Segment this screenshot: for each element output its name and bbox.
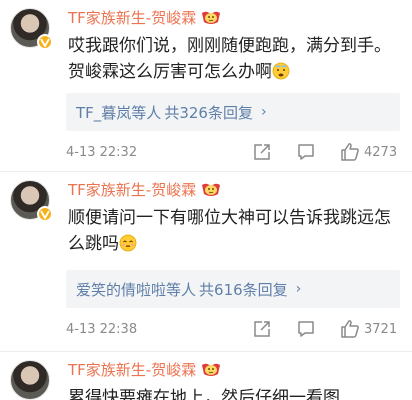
reply-user-names[interactable]: TF_暮岚 [76,102,131,123]
comment-time: 4-13 22:38 [66,321,138,337]
chevron-right-icon: › [260,104,267,120]
like-count: 4273 [364,144,398,160]
replies-link[interactable]: 爱笑的倩啦啦 等人 共616条回复 › [66,270,400,308]
comment-text: 累得快要瘫在地上，然后仔细一看图 [68,388,340,400]
reply-count: 共326条回复 [164,103,253,122]
share-icon[interactable] [253,320,271,338]
avatar[interactable] [10,180,53,222]
comment-icon[interactable] [297,320,315,338]
like-button[interactable]: 4273 [340,142,397,162]
comment-text: 顺便请问一下有哪位大神可以告诉我跳远怎么跳吗 [68,205,403,260]
verified-badge-icon [37,206,53,222]
commenter-name[interactable]: TF家族新生-贺峻霖 [68,180,196,200]
avatar-image [10,360,50,400]
dizzy-face-emoji-icon [272,62,290,88]
fan-medal-icon [200,10,222,26]
chevron-right-icon: › [295,281,302,297]
comment-item: TF家族新生-贺峻霖 顺便请问一下有哪位大神可以告诉我跳远怎么跳吗 爱笑的倩啦啦… [0,172,412,352]
comment-time: 4-13 22:32 [66,144,138,160]
avatar[interactable] [10,8,53,50]
comment-item: TF家族新生-贺峻霖 哎我跟你们说，刚刚随便跑跑，满分到手。贺峻霖这么厉害可怎么… [0,0,412,172]
comment-item: TF家族新生-贺峻霖 累得快要瘫在地上，然后仔细一看图 [0,352,412,400]
reply-count: 共616条回复 [199,280,288,299]
like-button[interactable]: 3721 [340,319,397,339]
thumbs-up-icon [341,143,359,161]
reply-user-names[interactable]: 爱笑的倩啦啦 [76,279,166,300]
thumbs-up-icon [341,320,359,338]
verified-badge-icon [37,34,53,50]
commenter-name[interactable]: TF家族新生-贺峻霖 [68,8,196,28]
fan-medal-icon [200,362,222,378]
comment-icon[interactable] [297,143,315,161]
avatar[interactable] [10,360,50,400]
comment-text: 哎我跟你们说，刚刚随便跑跑，满分到手。贺峻霖这么厉害可怎么办啊 [68,33,403,88]
fan-medal-icon [200,182,222,198]
replies-link[interactable]: TF_暮岚 等人 共326条回复 › [66,93,400,131]
share-icon[interactable] [253,143,271,161]
reply-suffix: 等人 [131,103,162,122]
like-count: 3721 [364,321,398,337]
pleading-face-emoji-icon [119,234,137,260]
reply-suffix: 等人 [166,280,197,299]
commenter-name[interactable]: TF家族新生-贺峻霖 [68,360,196,380]
